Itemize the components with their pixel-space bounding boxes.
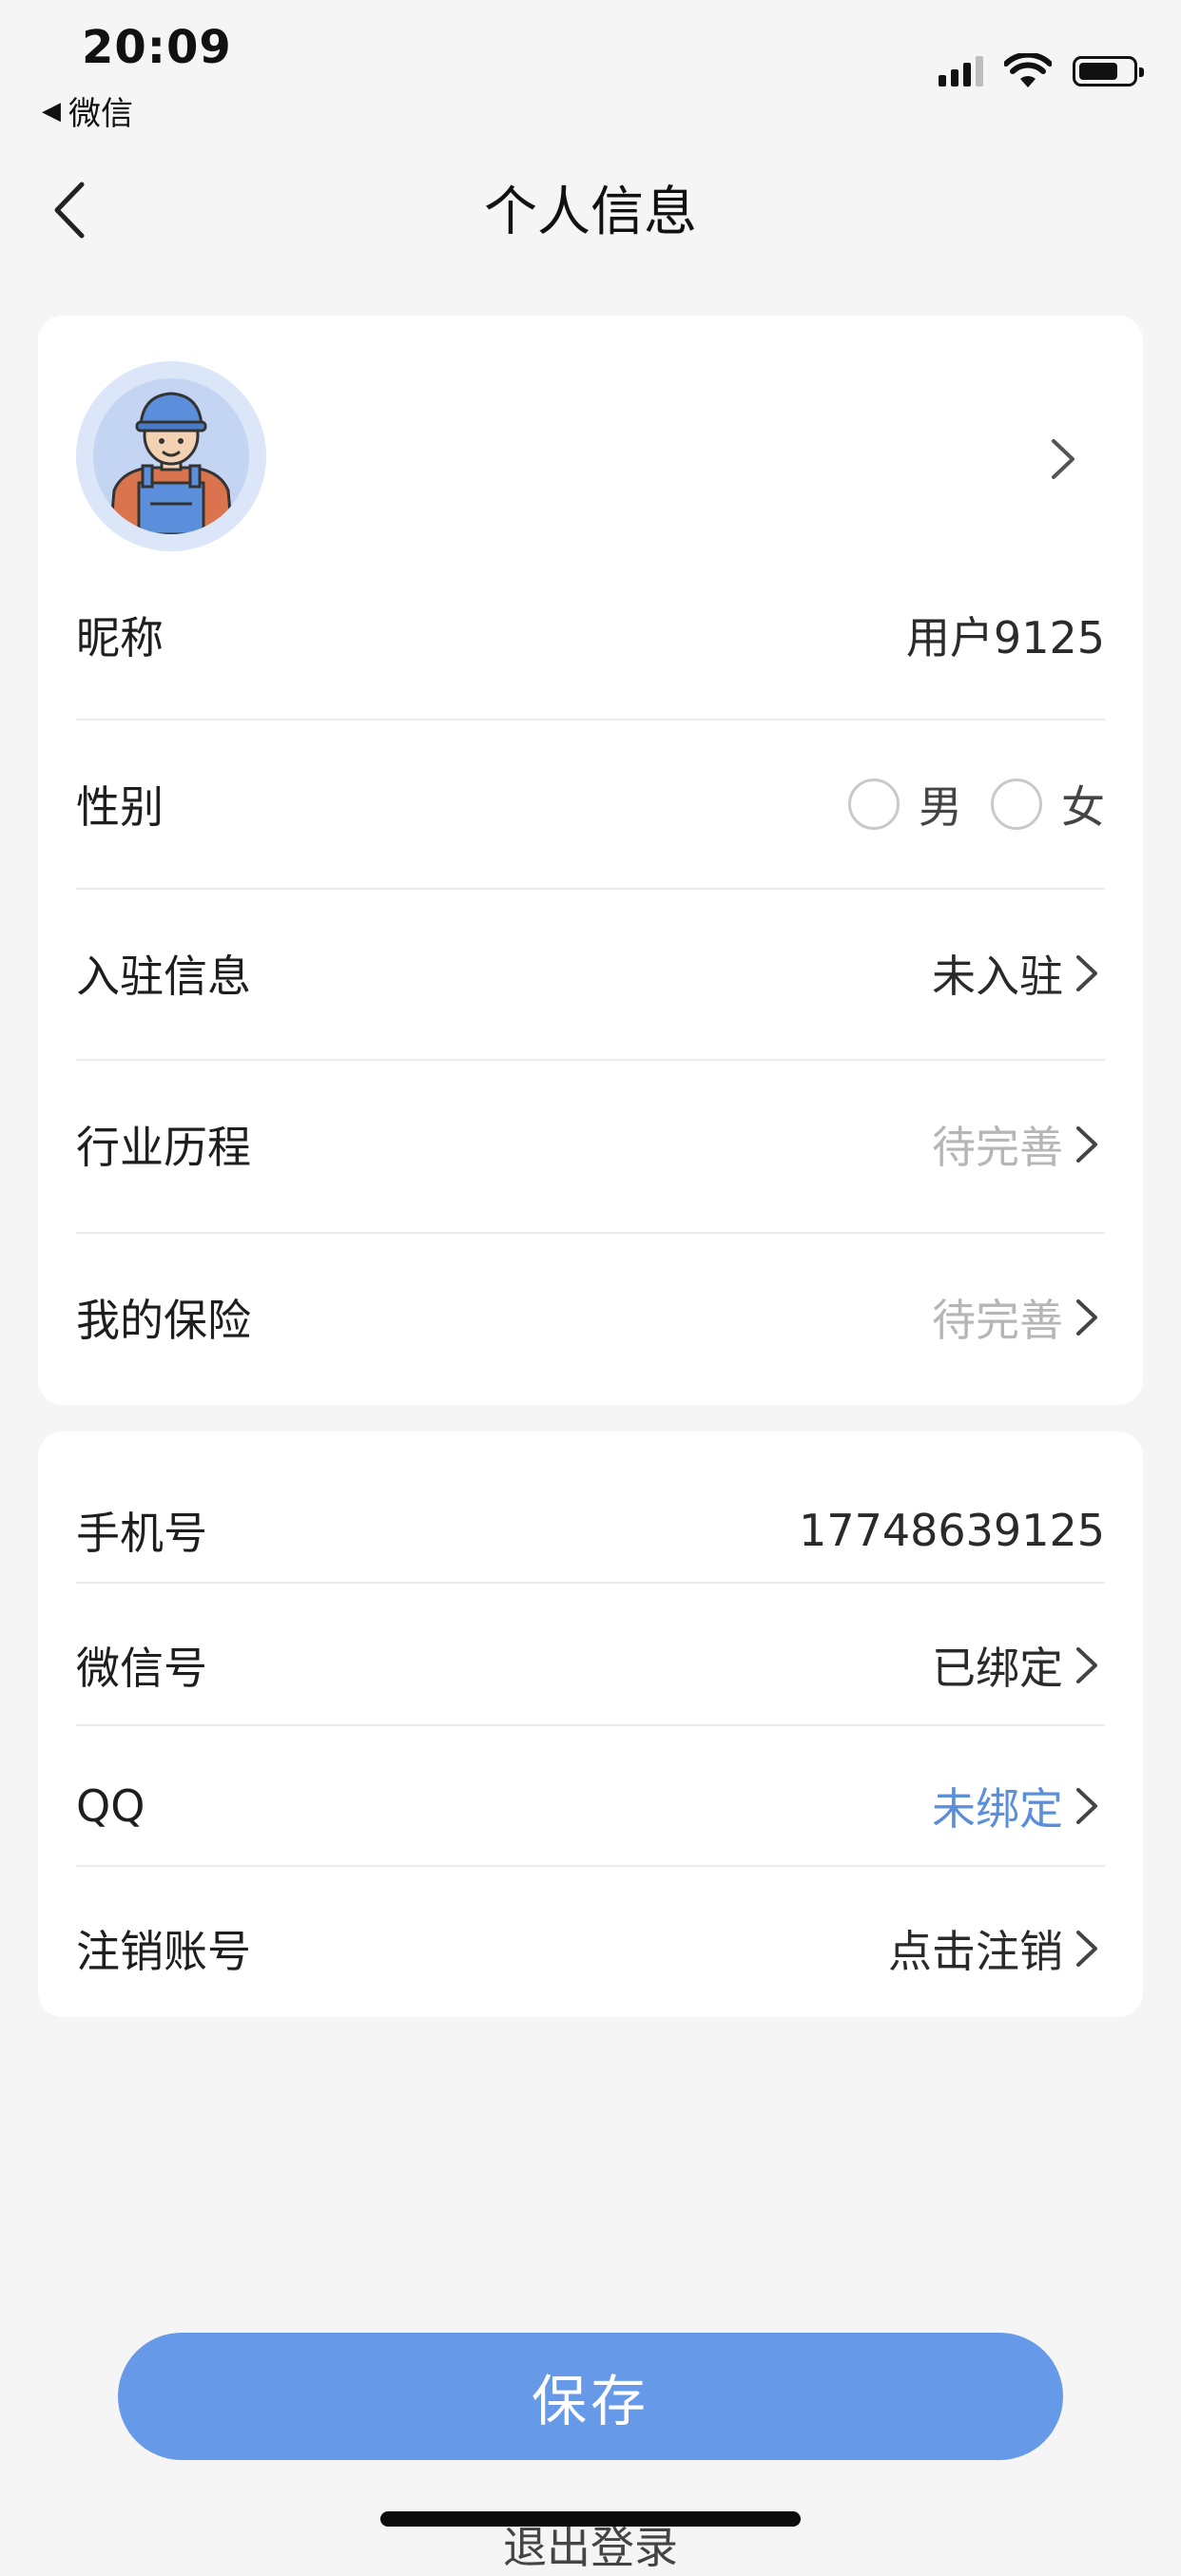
gender-radio-group: 男 女 bbox=[820, 773, 1105, 836]
status-icons bbox=[939, 53, 1144, 89]
industry-history-value: 待完善 bbox=[932, 1113, 1105, 1176]
wifi-icon bbox=[1004, 53, 1052, 87]
wechat-text: 已绑定 bbox=[932, 1643, 1063, 1694]
settle-info-text: 未入驻 bbox=[932, 951, 1063, 1002]
gender-option-male[interactable]: 男 bbox=[919, 773, 962, 836]
nickname-value: 用户9125 bbox=[905, 612, 1105, 663]
home-indicator bbox=[380, 2511, 801, 2527]
gender-option-female[interactable]: 女 bbox=[1061, 773, 1105, 836]
qq-label: QQ bbox=[76, 1780, 145, 1832]
back-to-app-link[interactable]: ◀ 微信 bbox=[42, 87, 133, 134]
industry-history-text: 待完善 bbox=[932, 1122, 1063, 1173]
qq-text: 未绑定 bbox=[932, 1783, 1063, 1835]
divider bbox=[76, 1724, 1105, 1726]
divider bbox=[76, 888, 1105, 890]
gender-label: 性别 bbox=[76, 781, 164, 833]
settle-info-row[interactable]: 入驻信息 未入驻 bbox=[76, 926, 1105, 1021]
divider bbox=[76, 719, 1105, 721]
industry-history-label: 行业历程 bbox=[76, 1122, 251, 1173]
avatar-row[interactable] bbox=[76, 361, 1113, 551]
status-time: 20:09 bbox=[82, 21, 232, 74]
insurance-label: 我的保险 bbox=[76, 1295, 251, 1346]
insurance-value: 待完善 bbox=[932, 1286, 1105, 1349]
chevron-right-icon bbox=[1076, 1647, 1097, 1683]
triangle-left-icon: ◀ bbox=[42, 96, 61, 125]
wechat-value: 已绑定 bbox=[932, 1634, 1105, 1697]
wechat-row[interactable]: 微信号 已绑定 bbox=[76, 1618, 1105, 1713]
cancel-account-value: 点击注销 bbox=[888, 1917, 1105, 1980]
industry-history-row[interactable]: 行业历程 待完善 bbox=[76, 1097, 1105, 1192]
insurance-row[interactable]: 我的保险 待完善 bbox=[76, 1270, 1105, 1365]
profile-card: 昵称 用户9125 性别 男 女 入驻信息 未入驻 行业历程 待完善 我的保险 … bbox=[38, 316, 1143, 1405]
wechat-label: 微信号 bbox=[76, 1643, 207, 1694]
qq-row[interactable]: QQ 未绑定 bbox=[76, 1759, 1105, 1854]
radio-male[interactable] bbox=[848, 779, 900, 830]
save-button[interactable]: 保存 bbox=[118, 2333, 1063, 2460]
insurance-text: 待完善 bbox=[932, 1295, 1063, 1346]
settle-info-value: 未入驻 bbox=[932, 942, 1105, 1005]
divider bbox=[76, 1059, 1105, 1061]
nickname-row[interactable]: 昵称 用户9125 bbox=[76, 587, 1105, 682]
cancel-account-text: 点击注销 bbox=[888, 1926, 1063, 1977]
radio-female[interactable] bbox=[991, 779, 1042, 830]
divider bbox=[76, 1582, 1105, 1584]
avatar[interactable] bbox=[76, 361, 266, 551]
chevron-right-icon bbox=[1052, 439, 1075, 479]
signal-icon bbox=[939, 56, 983, 87]
phone-value: 17748639125 bbox=[799, 1505, 1105, 1556]
qq-value: 未绑定 bbox=[932, 1775, 1105, 1837]
phone-row: 手机号 17748639125 bbox=[76, 1483, 1105, 1578]
divider bbox=[76, 1232, 1105, 1234]
gender-row: 性别 男 女 bbox=[76, 757, 1105, 852]
cancel-account-label: 注销账号 bbox=[76, 1926, 251, 1977]
phone-label: 手机号 bbox=[76, 1508, 207, 1559]
page-title: 个人信息 bbox=[484, 182, 697, 243]
chevron-right-icon bbox=[1076, 1931, 1097, 1967]
chevron-right-icon bbox=[1076, 1299, 1097, 1336]
divider bbox=[76, 1865, 1105, 1867]
cancel-account-row[interactable]: 注销账号 点击注销 bbox=[76, 1901, 1105, 1996]
account-card: 手机号 17748639125 微信号 已绑定 QQ 未绑定 注销账号 点击注销 bbox=[38, 1432, 1143, 2017]
chevron-right-icon bbox=[1076, 955, 1097, 991]
worker-avatar-icon bbox=[108, 392, 234, 534]
chevron-right-icon bbox=[1076, 1126, 1097, 1163]
chevron-right-icon bbox=[1076, 1788, 1097, 1824]
back-app-label: 微信 bbox=[68, 95, 133, 133]
settle-info-label: 入驻信息 bbox=[76, 951, 251, 1002]
nickname-label: 昵称 bbox=[76, 612, 164, 663]
battery-icon bbox=[1073, 56, 1144, 87]
